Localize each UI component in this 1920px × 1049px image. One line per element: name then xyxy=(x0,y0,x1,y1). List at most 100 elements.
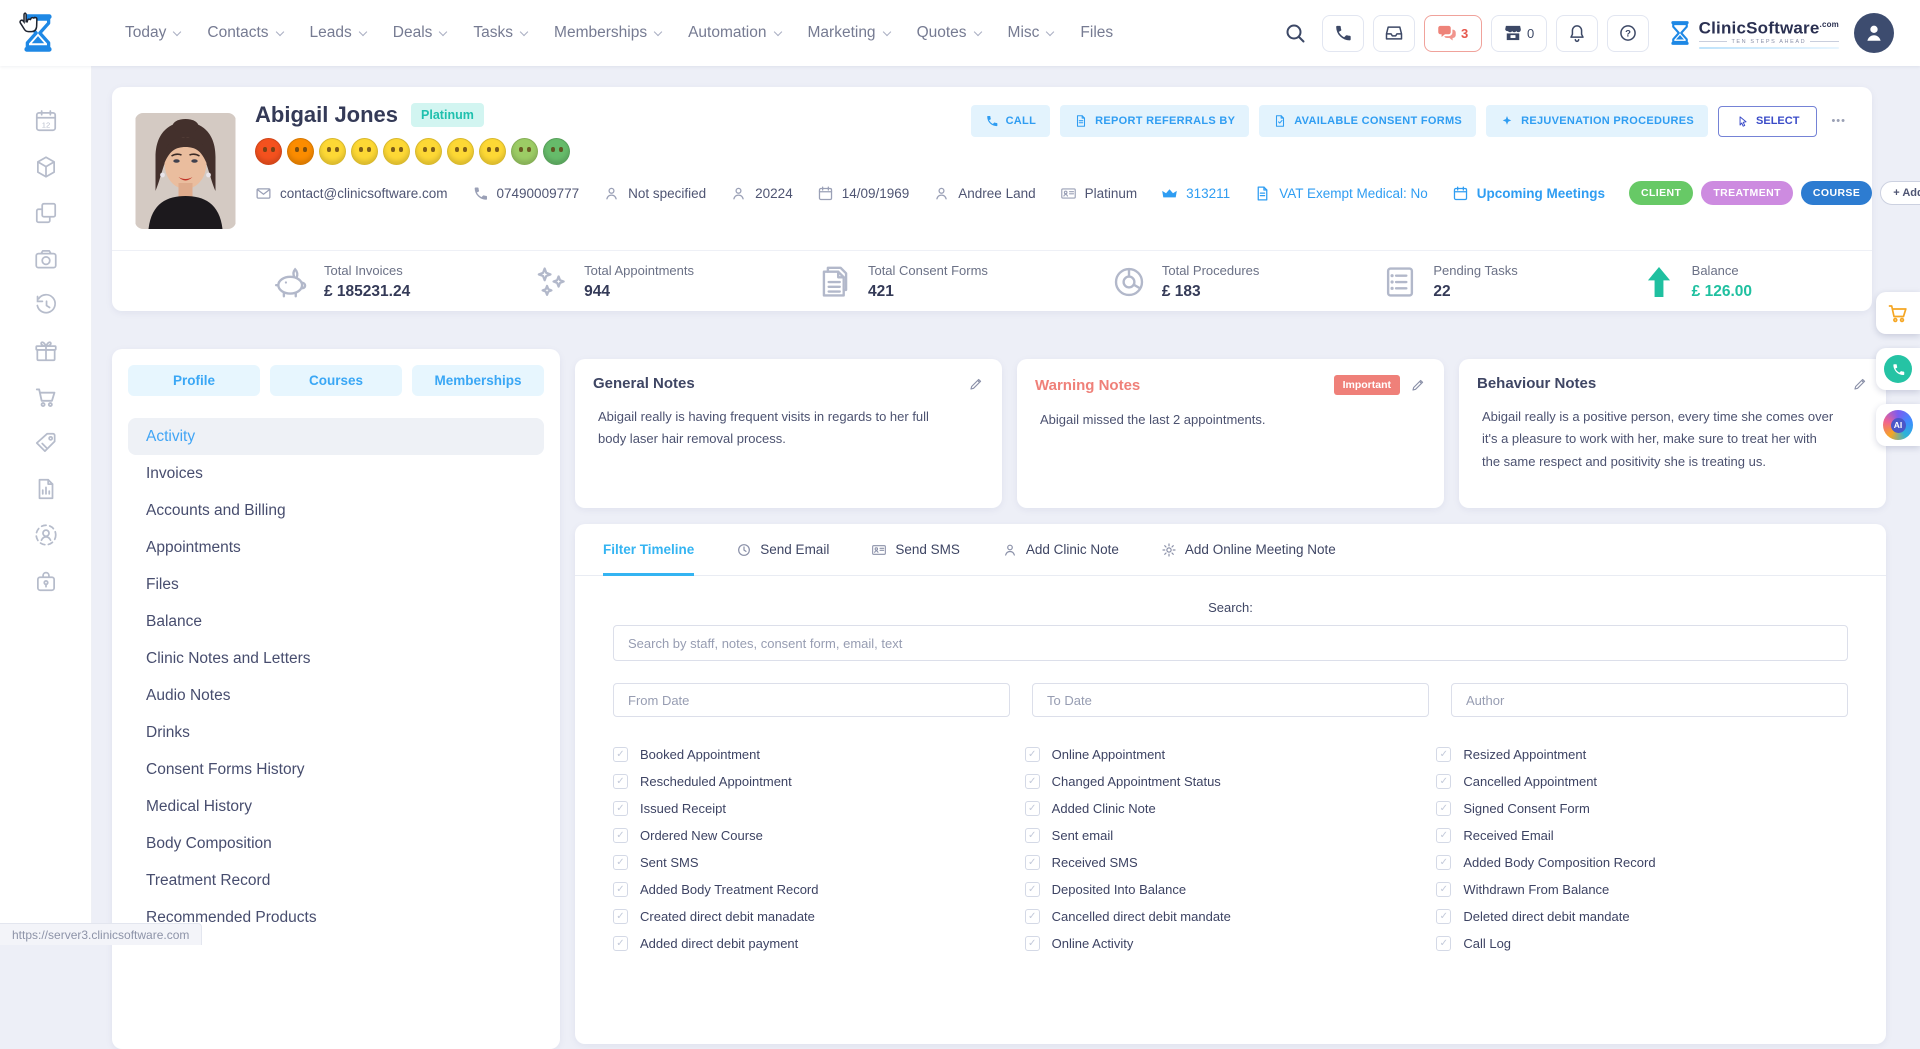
help-button[interactable] xyxy=(1606,14,1649,52)
more-actions-button[interactable]: ••• xyxy=(1827,111,1850,131)
checkbox[interactable] xyxy=(613,909,628,924)
checkbox[interactable] xyxy=(1436,828,1452,843)
checkbox[interactable] xyxy=(613,828,628,843)
checkbox[interactable] xyxy=(1436,882,1452,897)
nav-item[interactable]: Today xyxy=(125,24,182,42)
menu-item[interactable]: Clinic Notes and Letters xyxy=(128,640,544,677)
checkbox[interactable] xyxy=(613,774,628,789)
from-date-input[interactable] xyxy=(613,683,1010,717)
menu-item[interactable]: Invoices xyxy=(128,455,544,492)
menu-item[interactable]: Body Composition xyxy=(128,825,544,862)
checkbox[interactable] xyxy=(1024,828,1040,843)
nav-item[interactable]: Automation xyxy=(688,24,782,42)
checkbox[interactable] xyxy=(1024,909,1040,924)
menu-item[interactable]: Accounts and Billing xyxy=(128,492,544,529)
checkbox[interactable] xyxy=(1024,855,1040,870)
dialer-button[interactable] xyxy=(1321,14,1364,52)
nav-item[interactable]: Leads xyxy=(310,24,368,42)
menu-item[interactable]: Appointments xyxy=(128,529,544,566)
panel-tab[interactable]: Profile xyxy=(128,365,260,396)
panel-tab[interactable]: Memberships xyxy=(412,365,544,396)
mood-face-icon[interactable] xyxy=(479,138,506,165)
mood-face-icon[interactable] xyxy=(319,138,346,165)
app-logo-hourglass-icon[interactable] xyxy=(16,8,60,58)
inbox-button[interactable] xyxy=(1372,14,1415,52)
nav-item[interactable]: Marketing xyxy=(808,24,891,42)
menu-item[interactable]: Drinks xyxy=(128,714,544,751)
mood-face-icon[interactable] xyxy=(543,138,570,165)
edit-pencil-icon[interactable] xyxy=(1410,377,1426,393)
timeline-tab[interactable]: Filter Timeline xyxy=(603,524,695,576)
checkbox[interactable] xyxy=(1436,774,1452,789)
checkbox[interactable] xyxy=(1436,909,1452,924)
menu-item[interactable]: Treatment Record xyxy=(128,862,544,899)
floating-ai-button[interactable]: AI xyxy=(1876,404,1920,446)
checkbox[interactable] xyxy=(613,747,628,762)
menu-item[interactable]: Medical History xyxy=(128,788,544,825)
checkbox[interactable] xyxy=(1024,936,1040,951)
checkbox[interactable] xyxy=(613,801,628,816)
lock-icon[interactable] xyxy=(33,568,59,594)
gift-icon[interactable] xyxy=(33,338,59,364)
nav-item[interactable]: Tasks xyxy=(473,24,529,42)
panel-tab[interactable]: Courses xyxy=(270,365,402,396)
report-referrals-button[interactable]: REPORT REFERRALS BY xyxy=(1060,105,1250,137)
user-avatar[interactable] xyxy=(1854,13,1894,53)
to-date-input[interactable] xyxy=(1032,683,1429,717)
search-icon[interactable] xyxy=(1283,21,1307,45)
mood-face-icon[interactable] xyxy=(383,138,410,165)
mood-face-icon[interactable] xyxy=(511,138,538,165)
shop-button[interactable]: 0 xyxy=(1490,14,1547,52)
timeline-tab[interactable]: Add Clinic Note xyxy=(1002,524,1119,575)
camera-icon[interactable] xyxy=(33,246,59,272)
nav-item[interactable]: Files xyxy=(1080,24,1113,42)
checkbox[interactable] xyxy=(613,855,628,870)
floating-call-button[interactable] xyxy=(1876,348,1920,390)
menu-item[interactable]: Consent Forms History xyxy=(128,751,544,788)
author-input[interactable] xyxy=(1451,683,1848,717)
mood-face-icon[interactable] xyxy=(415,138,442,165)
select-button[interactable]: SELECT xyxy=(1718,105,1818,137)
checkbox[interactable] xyxy=(1436,936,1452,951)
report-icon[interactable] xyxy=(33,476,59,502)
timeline-tab[interactable]: Send SMS xyxy=(871,524,960,575)
package-icon[interactable] xyxy=(33,154,59,180)
available-consent-forms-button[interactable]: AVAILABLE CONSENT FORMS xyxy=(1259,105,1477,137)
mood-face-icon[interactable] xyxy=(287,138,314,165)
copy-icon[interactable] xyxy=(33,200,59,226)
history-icon[interactable] xyxy=(33,292,59,318)
menu-item[interactable]: Audio Notes xyxy=(128,677,544,714)
rejuvenation-procedures-button[interactable]: REJUVENATION PROCEDURES xyxy=(1486,105,1709,137)
checkbox[interactable] xyxy=(1436,855,1452,870)
support-icon[interactable] xyxy=(33,522,59,548)
menu-item[interactable]: Balance xyxy=(128,603,544,640)
nav-item[interactable]: Contacts xyxy=(207,24,284,42)
timeline-tab[interactable]: Send Email xyxy=(736,524,829,575)
mood-face-icon[interactable] xyxy=(351,138,378,165)
floating-cart-button[interactable] xyxy=(1876,292,1920,334)
nav-item[interactable]: Misc xyxy=(1008,24,1055,42)
edit-pencil-icon[interactable] xyxy=(1852,376,1868,392)
notifications-button[interactable] xyxy=(1555,14,1598,52)
tag-icon[interactable] xyxy=(33,430,59,456)
checkbox[interactable] xyxy=(1436,747,1452,762)
checkbox[interactable] xyxy=(613,882,628,897)
search-input[interactable] xyxy=(613,625,1848,661)
checkbox[interactable] xyxy=(1024,882,1040,897)
add-label-button[interactable]: + Add Label xyxy=(1880,181,1920,205)
checkbox[interactable] xyxy=(1436,801,1452,816)
chat-button[interactable]: 3 xyxy=(1423,14,1482,52)
edit-pencil-icon[interactable] xyxy=(968,376,984,392)
calendar-icon[interactable] xyxy=(33,108,59,134)
call-button[interactable]: CALL xyxy=(970,105,1051,137)
checkbox[interactable] xyxy=(613,936,628,951)
checkbox[interactable] xyxy=(1024,747,1040,762)
timeline-tab[interactable]: Add Online Meeting Note xyxy=(1161,524,1336,575)
nav-item[interactable]: Deals xyxy=(393,24,448,42)
menu-item[interactable]: Files xyxy=(128,566,544,603)
nav-item[interactable]: Memberships xyxy=(554,24,663,42)
menu-item[interactable]: Activity xyxy=(128,418,544,455)
mood-face-icon[interactable] xyxy=(255,138,282,165)
nav-item[interactable]: Quotes xyxy=(917,24,982,42)
checkbox[interactable] xyxy=(1024,774,1040,789)
